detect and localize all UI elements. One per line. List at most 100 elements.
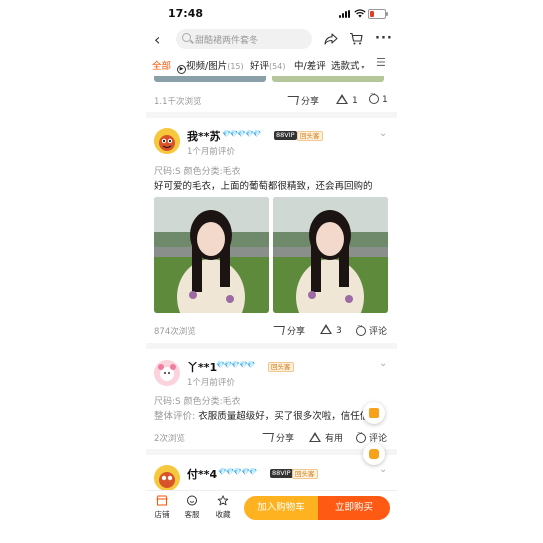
review-views: 2次浏览 [154,434,185,444]
chevron-down-icon[interactable]: ⌄ [379,128,387,139]
like-count: 3 [336,326,342,336]
shop-label: 店铺 [154,510,170,519]
returning-customer-badge: 回头客 [268,362,294,372]
level-gems-icon: 💎💎💎💎💎 [222,130,262,138]
back-icon[interactable]: ‹ [154,30,160,49]
review-text: 衣服质量超级好，买了很多次啦，信任信 [198,411,370,422]
comment-icon [356,322,366,336]
search-input[interactable]: 甜酷裙两件套冬 [176,29,312,49]
search-placeholder: 甜酷裙两件套冬 [195,36,259,46]
prev-comment-button[interactable]: 1 [369,90,388,105]
service-label: 客服 [184,510,200,519]
review-photo-2[interactable] [273,197,388,313]
section-divider [146,343,397,349]
star-icon [217,495,229,506]
section-divider [146,449,397,455]
comment-button[interactable]: 评论 [356,322,388,337]
more-icon[interactable]: ··· [375,31,393,46]
message-icon [369,449,379,459]
reviewer-name[interactable]: 我**苏 [187,128,221,144]
vip-badge: 88VIP [270,469,293,478]
service-icon [187,495,197,506]
like-icon [309,432,321,442]
video-icon: ▶ [177,65,186,74]
prev-like-button[interactable]: 1 [336,94,358,106]
tab-medium-bad[interactable]: 中/差评 [294,58,326,72]
returning-customer-badge: 回头客 [292,469,318,479]
tab-select-style[interactable]: 选款式 ▾ [331,58,364,72]
vip-badge: 88VIP [274,131,297,140]
service-button[interactable]: 客服 [179,495,205,520]
reviewer-name[interactable]: 丫**1 [187,359,217,375]
reviewer-name[interactable]: 付**4 [187,466,217,482]
battery-icon [368,9,388,19]
share-button[interactable]: 分享 [261,431,294,444]
like-icon [336,94,348,104]
coupon-icon [369,408,379,418]
bottom-action-bar: 店铺 客服 收藏 加入购物车 立即购买 [146,490,397,531]
tab-all[interactable]: 全部 [152,58,171,72]
share-icon [286,96,299,105]
favorite-label: 收藏 [215,510,231,519]
share-icon [272,326,285,335]
tab-video-image[interactable]: ▶ 视频/图片(15) [177,58,244,74]
chevron-down-icon[interactable]: ⌄ [379,464,387,475]
comment-label: 评论 [369,327,388,337]
review-sku: 尺码:S 颜色分类:毛衣 [154,167,241,177]
share-icon [261,433,274,442]
tab-select-style-label: 选款式 [331,61,360,72]
filter-icon[interactable]: ☰ [376,56,386,69]
floating-coupon-button[interactable] [363,402,385,424]
shop-button[interactable]: 店铺 [149,495,175,520]
tab-good[interactable]: 好评(54) [250,58,285,72]
tab-video-image-label: 视频/图片 [186,61,228,72]
review-text: 好可爱的毛衣，上面的葡萄都很精致，还会再回购的 [154,181,373,192]
review-views: 874次浏览 [154,327,196,337]
chevron-down-icon[interactable]: ⌄ [379,358,387,369]
like-button[interactable]: 3 [320,324,342,336]
floating-message-button[interactable] [363,443,385,465]
review-date: 1个月前评价 [187,147,235,157]
avatar-face-icon [154,465,180,491]
signal-icon [339,10,353,18]
wifi-icon [354,9,366,18]
avatar[interactable] [154,128,180,154]
search-header: ‹ 甜酷裙两件套冬 ··· [146,26,397,54]
useful-button[interactable]: 有用 [309,431,343,444]
previous-review-image-edges [154,76,392,84]
avatar[interactable] [154,360,180,386]
cart-icon[interactable] [349,32,363,46]
useful-label: 有用 [325,434,344,444]
comment-button[interactable]: 评论 [356,429,387,444]
prev-like-count: 1 [352,96,358,106]
tab-good-count: (54) [269,62,286,71]
comment-icon [356,429,366,443]
review-text-label: 整体评价: [154,411,196,422]
tab-video-image-count: (15) [227,62,244,71]
prev-comment-count: 1 [382,95,388,105]
avatar[interactable] [154,465,180,491]
share-button[interactable]: 分享 [272,324,305,337]
search-icon [182,33,191,42]
review-photo-2-image [273,197,388,313]
shop-icon [156,495,168,506]
favorite-button[interactable]: 收藏 [210,495,236,520]
review-photo-1[interactable] [154,197,269,313]
review-text-row: 整体评价: 衣服质量超级好，买了很多次啦，信任信 [154,408,369,422]
add-to-cart-button[interactable]: 加入购物车 [244,496,318,520]
buy-now-button[interactable]: 立即购买 [318,496,390,520]
section-divider [146,112,397,118]
returning-customer-badge: 回头客 [297,131,323,141]
tab-good-label: 好评 [250,61,270,72]
review-tabs: 全部 ▶ 视频/图片(15) 好评(54) 中/差评 选款式 ▾ ☰ [146,54,397,76]
level-gems-icon: 💎💎💎💎💎 [216,361,256,369]
prev-share-button[interactable]: 分享 [286,94,320,107]
comment-icon [369,90,379,104]
status-time: 17:48 [168,7,204,20]
prev-share-label: 分享 [301,97,320,107]
avatar-face-icon [154,128,180,154]
prev-views: 1.1千次浏览 [154,97,202,107]
review-photo-1-image [154,197,269,313]
share-icon[interactable] [324,33,338,45]
like-icon [320,324,332,334]
